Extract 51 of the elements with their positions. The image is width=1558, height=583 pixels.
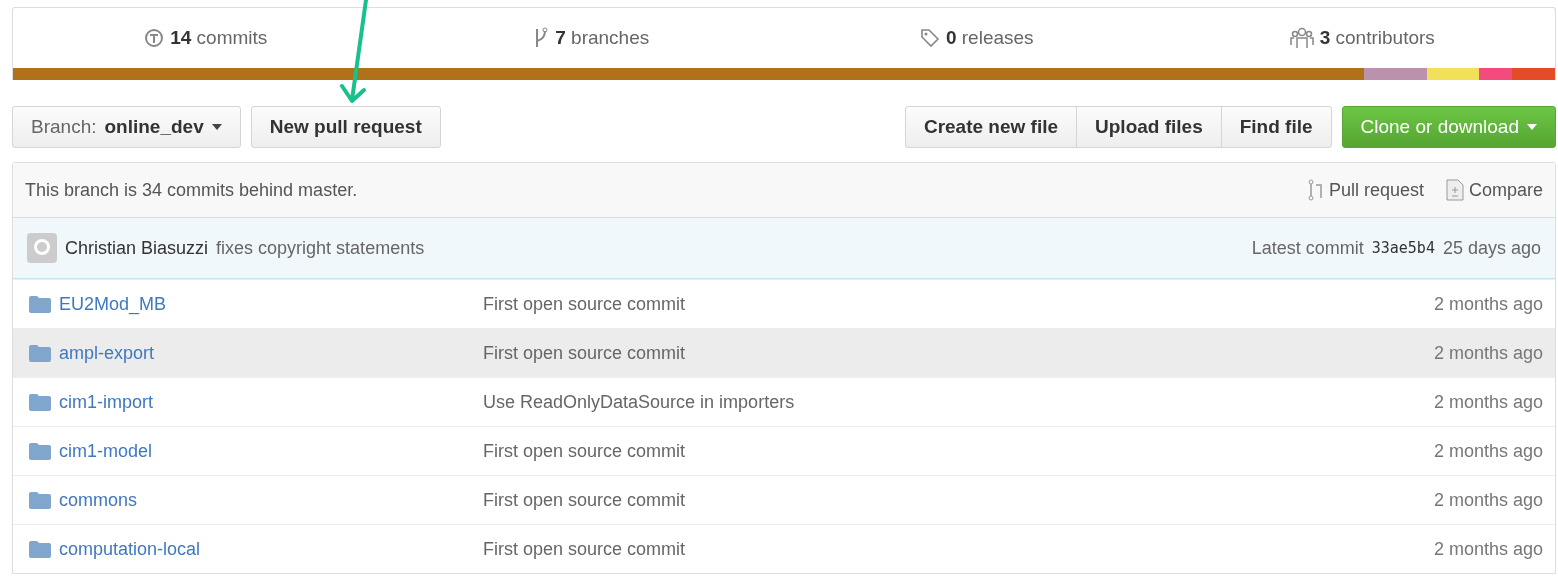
document-icon bbox=[1445, 179, 1464, 201]
folder-icon bbox=[29, 393, 51, 411]
commit-message[interactable]: First open source commit bbox=[483, 538, 686, 559]
folder-link[interactable]: EU2Mod_MB bbox=[29, 293, 483, 315]
commit-age: 2 months ago bbox=[1433, 538, 1543, 560]
commit-age: 2 months ago bbox=[1433, 342, 1543, 364]
commit-message[interactable]: First open source commit bbox=[483, 440, 686, 461]
folder-icon bbox=[29, 295, 51, 313]
history-icon bbox=[144, 28, 165, 48]
file-action-button[interactable]: Upload files bbox=[1076, 106, 1222, 148]
branch-status-text: This branch is 34 commits behind master. bbox=[25, 179, 359, 201]
compare-link[interactable]: Compare bbox=[1445, 179, 1543, 201]
commit-age: 2 months ago bbox=[1433, 489, 1543, 511]
file-row[interactable]: ampl-export First open source commit 2 months ago bbox=[13, 328, 1555, 377]
folder-link[interactable]: commons bbox=[29, 489, 483, 511]
folder-link[interactable]: computation-local bbox=[29, 538, 483, 560]
folder-link[interactable]: cim1-import bbox=[29, 391, 483, 413]
folder-icon bbox=[29, 491, 51, 509]
folder-link[interactable]: cim1-model bbox=[29, 440, 483, 462]
commit-message[interactable]: Use ReadOnlyDataSource in importers bbox=[483, 391, 795, 412]
commit-age: 2 months ago bbox=[1433, 391, 1543, 413]
commit-sha[interactable]: 33ae5b4 bbox=[1371, 239, 1435, 257]
people-icon bbox=[1289, 27, 1314, 49]
caret-icon bbox=[1527, 124, 1537, 130]
folder-icon bbox=[29, 344, 51, 362]
commit-message[interactable]: First open source commit bbox=[483, 489, 686, 510]
stat-link[interactable]: 7 branches bbox=[398, 8, 784, 68]
pull-request-link[interactable]: Pull request bbox=[1307, 179, 1424, 201]
new-pull-request-button[interactable]: New pull request bbox=[250, 106, 441, 148]
tag-icon bbox=[919, 28, 940, 48]
folder-icon bbox=[29, 442, 51, 460]
stat-link[interactable]: 14 commits bbox=[13, 8, 399, 68]
commit-message[interactable]: First open source commit bbox=[483, 342, 686, 363]
caret-icon bbox=[211, 124, 222, 130]
pull-request-icon bbox=[1307, 179, 1324, 201]
branch-icon bbox=[533, 27, 550, 49]
latest-commit-label: Latest commit bbox=[1251, 237, 1364, 259]
commit-age: 2 months ago bbox=[1433, 293, 1543, 315]
commit-age: 2 months ago bbox=[1433, 440, 1543, 462]
file-action-button[interactable]: Create new file bbox=[904, 106, 1078, 148]
stat-link[interactable]: 0 releases bbox=[784, 8, 1170, 68]
folder-icon bbox=[29, 540, 51, 558]
commit-message[interactable]: First open source commit bbox=[483, 293, 686, 314]
branch-select[interactable]: Branch: online_dev bbox=[12, 106, 241, 148]
commit-age: 25 days ago bbox=[1442, 237, 1541, 259]
commit-author[interactable]: Christian Biasuzzi bbox=[65, 237, 209, 259]
stat-link[interactable]: 3 contributors bbox=[1169, 8, 1555, 68]
avatar bbox=[27, 233, 57, 263]
folder-link[interactable]: ampl-export bbox=[29, 342, 483, 364]
file-action-button[interactable]: Find file bbox=[1220, 106, 1332, 148]
commit-message[interactable]: fixes copyright statements bbox=[216, 237, 425, 258]
